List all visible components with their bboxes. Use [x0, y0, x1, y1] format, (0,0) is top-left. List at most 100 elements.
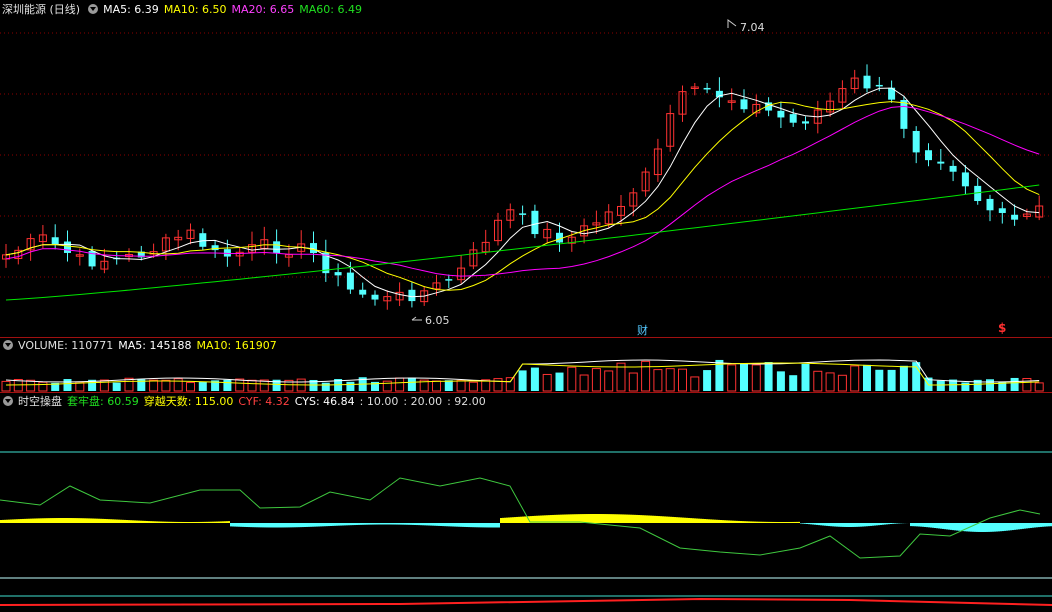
histogram-bar — [384, 523, 386, 525]
histogram-bar — [884, 523, 886, 525]
histogram-bar — [994, 523, 996, 532]
histogram-bar — [846, 523, 848, 527]
candle-body — [408, 289, 416, 302]
histogram-bar — [198, 521, 200, 523]
histogram-bar — [102, 518, 104, 523]
volume-bar — [887, 369, 896, 391]
histogram-bar — [784, 521, 786, 523]
candle-body — [371, 294, 379, 300]
histogram-bar — [290, 523, 292, 528]
histogram-bar — [406, 523, 408, 525]
histogram-bar — [164, 521, 166, 523]
volume-bar — [703, 370, 712, 391]
volume-bar — [690, 376, 700, 392]
histogram-bar — [624, 514, 626, 523]
histogram-bar — [838, 523, 840, 527]
histogram-bar — [172, 521, 174, 523]
histogram-bar — [924, 523, 926, 527]
histogram-bar — [856, 523, 858, 527]
histogram-bar — [254, 523, 256, 528]
histogram-bar — [734, 520, 736, 523]
dividend-marker[interactable]: $ — [998, 321, 1006, 335]
histogram-bar — [444, 523, 446, 527]
histogram-bar — [738, 520, 740, 523]
histogram-bar — [612, 514, 614, 523]
histogram-bar — [296, 523, 298, 528]
histogram-bar — [488, 523, 490, 528]
histogram-bar — [774, 521, 776, 523]
histogram-bar — [452, 523, 454, 527]
histogram-bar — [850, 523, 852, 527]
histogram-bar — [50, 518, 52, 523]
histogram-bar — [364, 523, 366, 525]
histogram-bar — [80, 518, 82, 523]
histogram-bar — [506, 517, 508, 523]
ma20-line — [5, 105, 1040, 277]
histogram-bar — [1046, 523, 1048, 527]
histogram-bar — [448, 523, 450, 527]
volume-bar — [112, 382, 121, 391]
financial-report-marker[interactable]: 财 — [637, 322, 648, 338]
histogram-bar — [638, 515, 640, 523]
histogram-bar — [1020, 523, 1022, 530]
histogram-bar — [496, 523, 498, 528]
histogram-bar — [956, 523, 958, 531]
volume-bar — [223, 379, 232, 391]
histogram-bar — [936, 523, 938, 529]
histogram-bar — [810, 523, 812, 525]
histogram-bar — [166, 521, 168, 523]
histogram-bar — [998, 523, 1000, 532]
histogram-bar — [814, 523, 816, 525]
histogram-bar — [708, 519, 710, 523]
histogram-bar — [84, 518, 86, 523]
volume-bar — [407, 377, 416, 391]
histogram-bar — [864, 523, 866, 527]
histogram-bar — [842, 523, 844, 527]
candle-body — [531, 210, 539, 235]
histogram-bar — [942, 523, 944, 529]
volume-bar — [1034, 382, 1044, 392]
histogram-bar — [346, 523, 348, 526]
histogram-bar — [946, 523, 948, 530]
histogram-bar — [470, 523, 472, 528]
histogram-bar — [18, 519, 20, 523]
histogram-bar — [310, 523, 312, 527]
histogram-bar — [722, 520, 724, 523]
histogram-bar — [792, 521, 794, 523]
histogram-bar — [890, 523, 892, 525]
histogram-bar — [702, 518, 704, 523]
histogram-bar — [140, 520, 142, 523]
histogram-bar — [16, 519, 18, 523]
histogram-bar — [344, 523, 346, 526]
histogram-bar — [60, 518, 62, 523]
collapse-toggle-icon[interactable] — [3, 340, 13, 350]
histogram-bar — [450, 523, 452, 527]
histogram-bar — [1010, 523, 1012, 531]
histogram-bar — [4, 519, 6, 523]
histogram-bar — [694, 518, 696, 523]
histogram-bar — [1028, 523, 1030, 529]
histogram-bar — [840, 523, 842, 527]
histogram-bar — [672, 516, 674, 523]
histogram-bar — [126, 520, 128, 523]
collapse-toggle-icon[interactable] — [3, 396, 13, 406]
histogram-bar — [386, 523, 388, 525]
histogram-bar — [464, 523, 466, 527]
stock-chart-canvas[interactable] — [0, 0, 1052, 612]
candle-body — [519, 213, 527, 215]
histogram-bar — [74, 518, 76, 523]
volume-bar — [173, 378, 183, 392]
histogram-bar — [928, 523, 930, 528]
histogram-bar — [598, 514, 600, 523]
histogram-bar — [666, 516, 668, 523]
collapse-toggle-icon[interactable] — [88, 4, 99, 14]
histogram-bar — [322, 523, 324, 527]
volume-bar — [161, 379, 171, 392]
histogram-bar — [398, 523, 400, 525]
volume-bar — [530, 367, 539, 391]
histogram-bar — [142, 520, 144, 523]
histogram-bar — [1024, 523, 1026, 529]
histogram-bar — [288, 523, 290, 528]
histogram-bar — [46, 518, 48, 523]
histogram-bar — [938, 523, 940, 529]
